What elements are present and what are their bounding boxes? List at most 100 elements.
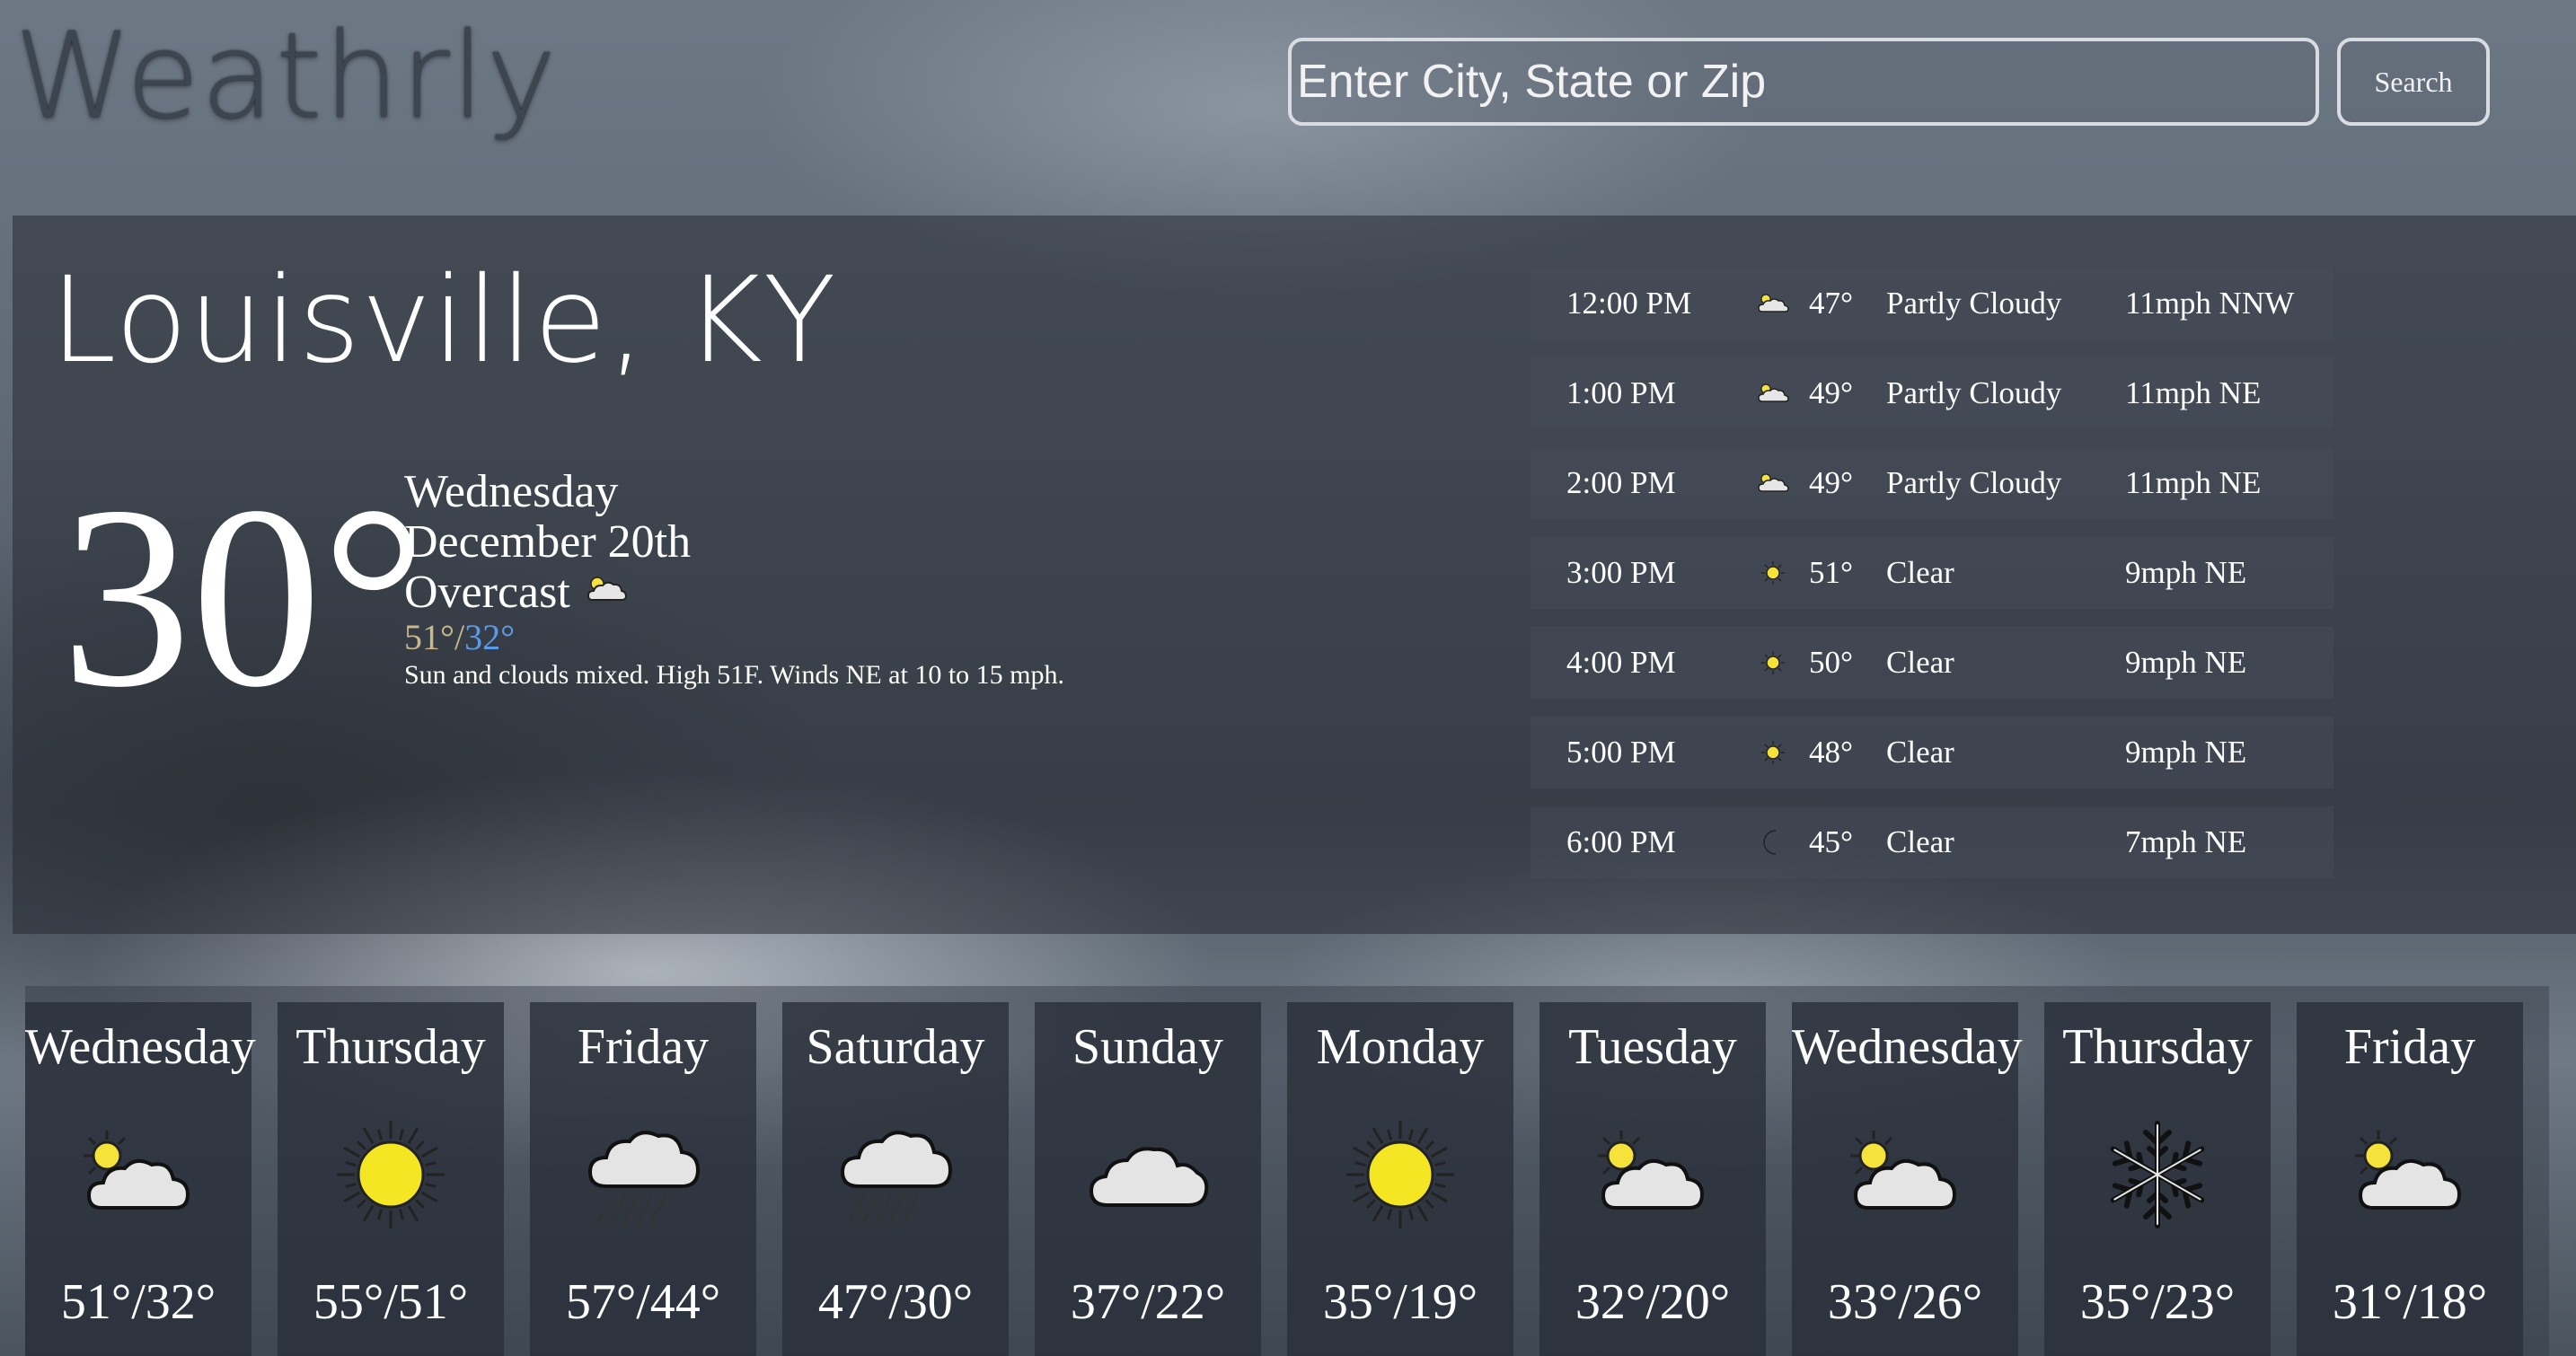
sun-icon: [1737, 648, 1809, 677]
day-name: Sunday: [1072, 1019, 1223, 1075]
current-high-low: 51°/32°: [404, 618, 1064, 657]
day-high-low: 35°/23°: [2079, 1274, 2236, 1330]
partly-cloudy-icon: [1737, 290, 1809, 317]
hour-wind: 9mph NE: [2125, 645, 2247, 680]
hourly-row: 2:00 PM 49° Partly Cloudy 11mph NE: [1531, 447, 2333, 519]
hour-time: 12:00 PM: [1566, 286, 1692, 321]
hour-wind: 11mph NNW: [2125, 286, 2295, 321]
moon-icon: [1737, 827, 1809, 858]
current-day: Wednesday: [404, 466, 619, 517]
day-name: Saturday: [806, 1019, 985, 1075]
hour-time: 4:00 PM: [1566, 645, 1676, 680]
hour-temp: 45°: [1809, 824, 1853, 859]
partly-cloudy-icon: [25, 1096, 251, 1254]
partly-cloudy-icon: [1539, 1096, 1766, 1254]
hour-temp: 49°: [1809, 465, 1853, 500]
snowflake-icon: [2044, 1096, 2271, 1254]
hour-wind: 7mph NE: [2125, 824, 2247, 859]
partly-cloudy-icon: [583, 568, 630, 618]
hourly-forecast: 12:00 PM 47° Partly Cloudy 11mph NNW 1:00 PM…: [1531, 268, 2333, 896]
day-card: Wednesday 51°/32°: [25, 1002, 256, 1356]
daily-forecast: Wednesday 51°/32° Thursday 55°/51° Friday 57°…: [25, 986, 2549, 1356]
day-high-low: 32°/20°: [1575, 1274, 1731, 1330]
hourly-row: 1:00 PM 49° Partly Cloudy 11mph NE: [1531, 357, 2333, 429]
day-name: Thursday: [296, 1019, 486, 1075]
partly-cloudy-icon: [2297, 1096, 2523, 1254]
sun-icon: [1287, 1096, 1513, 1254]
day-name: Wednesday: [25, 1019, 256, 1075]
day-name: Friday: [577, 1019, 710, 1075]
day-high-low: 35°/19°: [1322, 1274, 1478, 1330]
hour-wind: 9mph NE: [2125, 555, 2247, 590]
hour-temp: 49°: [1809, 375, 1853, 410]
day-card: Wednesday 33°/26°: [1792, 1002, 2023, 1356]
day-high-low: 55°/51°: [313, 1274, 469, 1330]
hour-wind: 9mph NE: [2125, 735, 2247, 770]
hour-condition: Clear: [1886, 824, 1954, 859]
current-date: December 20th: [404, 516, 692, 568]
day-high-low: 47°/30°: [817, 1274, 974, 1330]
hour-condition: Partly Cloudy: [1886, 375, 2062, 410]
hour-time: 1:00 PM: [1566, 375, 1676, 410]
current-weather-panel: Louisville, KY 30° Wednesday December 20…: [13, 216, 2576, 934]
day-card: Monday 35°/19°: [1287, 1002, 1513, 1356]
day-high-low: 31°/18°: [2332, 1274, 2488, 1330]
current-summary: Sun and clouds mixed. High 51F. Winds NE…: [404, 660, 1064, 690]
hour-wind: 11mph NE: [2125, 465, 2262, 500]
day-card: Sunday 37°/22°: [1035, 1002, 1261, 1356]
hourly-row: 5:00 PM 48° Clear 9mph NE: [1531, 717, 2333, 788]
hour-time: 5:00 PM: [1566, 735, 1676, 770]
hourly-row: 6:00 PM 45° Clear 7mph NE: [1531, 806, 2333, 878]
day-card: Thursday 35°/23°: [2044, 1002, 2271, 1356]
day-name: Friday: [2343, 1019, 2476, 1075]
day-high-low: 51°/32°: [60, 1274, 216, 1330]
hour-condition: Clear: [1886, 735, 1954, 770]
rain-icon: [782, 1096, 1009, 1254]
hourly-row: 4:00 PM 50° Clear 9mph NE: [1531, 627, 2333, 699]
day-card: Tuesday 32°/20°: [1539, 1002, 1766, 1356]
current-high: 51°: [404, 617, 454, 657]
day-name: Tuesday: [1568, 1019, 1737, 1075]
hour-time: 3:00 PM: [1566, 555, 1676, 590]
hour-temp: 51°: [1809, 555, 1853, 590]
current-low: 32°: [464, 617, 516, 657]
current-condition-row: Overcast: [404, 568, 1064, 618]
day-name: Monday: [1316, 1019, 1485, 1075]
hour-temp: 48°: [1809, 735, 1853, 770]
day-card: Saturday 47°/30°: [782, 1002, 1009, 1356]
hourly-row: 3:00 PM 51° Clear 9mph NE: [1531, 537, 2333, 609]
hour-time: 6:00 PM: [1566, 824, 1676, 859]
hour-condition: Partly Cloudy: [1886, 286, 2062, 321]
cloud-icon: [1035, 1096, 1261, 1254]
hourly-row: 12:00 PM 47° Partly Cloudy 11mph NNW: [1531, 268, 2333, 339]
partly-cloudy-icon: [1792, 1096, 2018, 1254]
current-condition: Overcast: [404, 567, 570, 618]
day-card: Thursday 55°/51°: [278, 1002, 504, 1356]
day-card: Friday 57°/44°: [530, 1002, 756, 1356]
day-high-low: 33°/26°: [1827, 1274, 1983, 1330]
day-card: Friday 31°/18°: [2297, 1002, 2523, 1356]
city-name: Louisville, KY: [50, 251, 837, 390]
sun-icon: [1737, 559, 1809, 587]
app-logo: Weathrly: [14, 7, 559, 145]
search-button[interactable]: Search: [2337, 38, 2490, 126]
day-name: Thursday: [2062, 1019, 2253, 1075]
partly-cloudy-icon: [1737, 380, 1809, 407]
day-high-low: 57°/44°: [565, 1274, 721, 1330]
hour-condition: Partly Cloudy: [1886, 465, 2062, 500]
rain-icon: [530, 1096, 756, 1254]
sun-icon: [1737, 738, 1809, 767]
sun-icon: [278, 1096, 504, 1254]
search-input[interactable]: [1288, 38, 2319, 126]
hour-temp: 47°: [1809, 286, 1853, 321]
hour-condition: Clear: [1886, 645, 1954, 680]
partly-cloudy-icon: [1737, 470, 1809, 497]
day-high-low: 37°/22°: [1070, 1274, 1226, 1330]
current-details: Wednesday December 20th Overcast 51°/32°…: [404, 467, 1064, 693]
day-name: Wednesday: [1792, 1019, 2023, 1075]
hour-condition: Clear: [1886, 555, 1954, 590]
hour-wind: 11mph NE: [2125, 375, 2262, 410]
hour-temp: 50°: [1809, 645, 1853, 680]
current-temperature: 30°: [61, 453, 426, 741]
hour-time: 2:00 PM: [1566, 465, 1676, 500]
